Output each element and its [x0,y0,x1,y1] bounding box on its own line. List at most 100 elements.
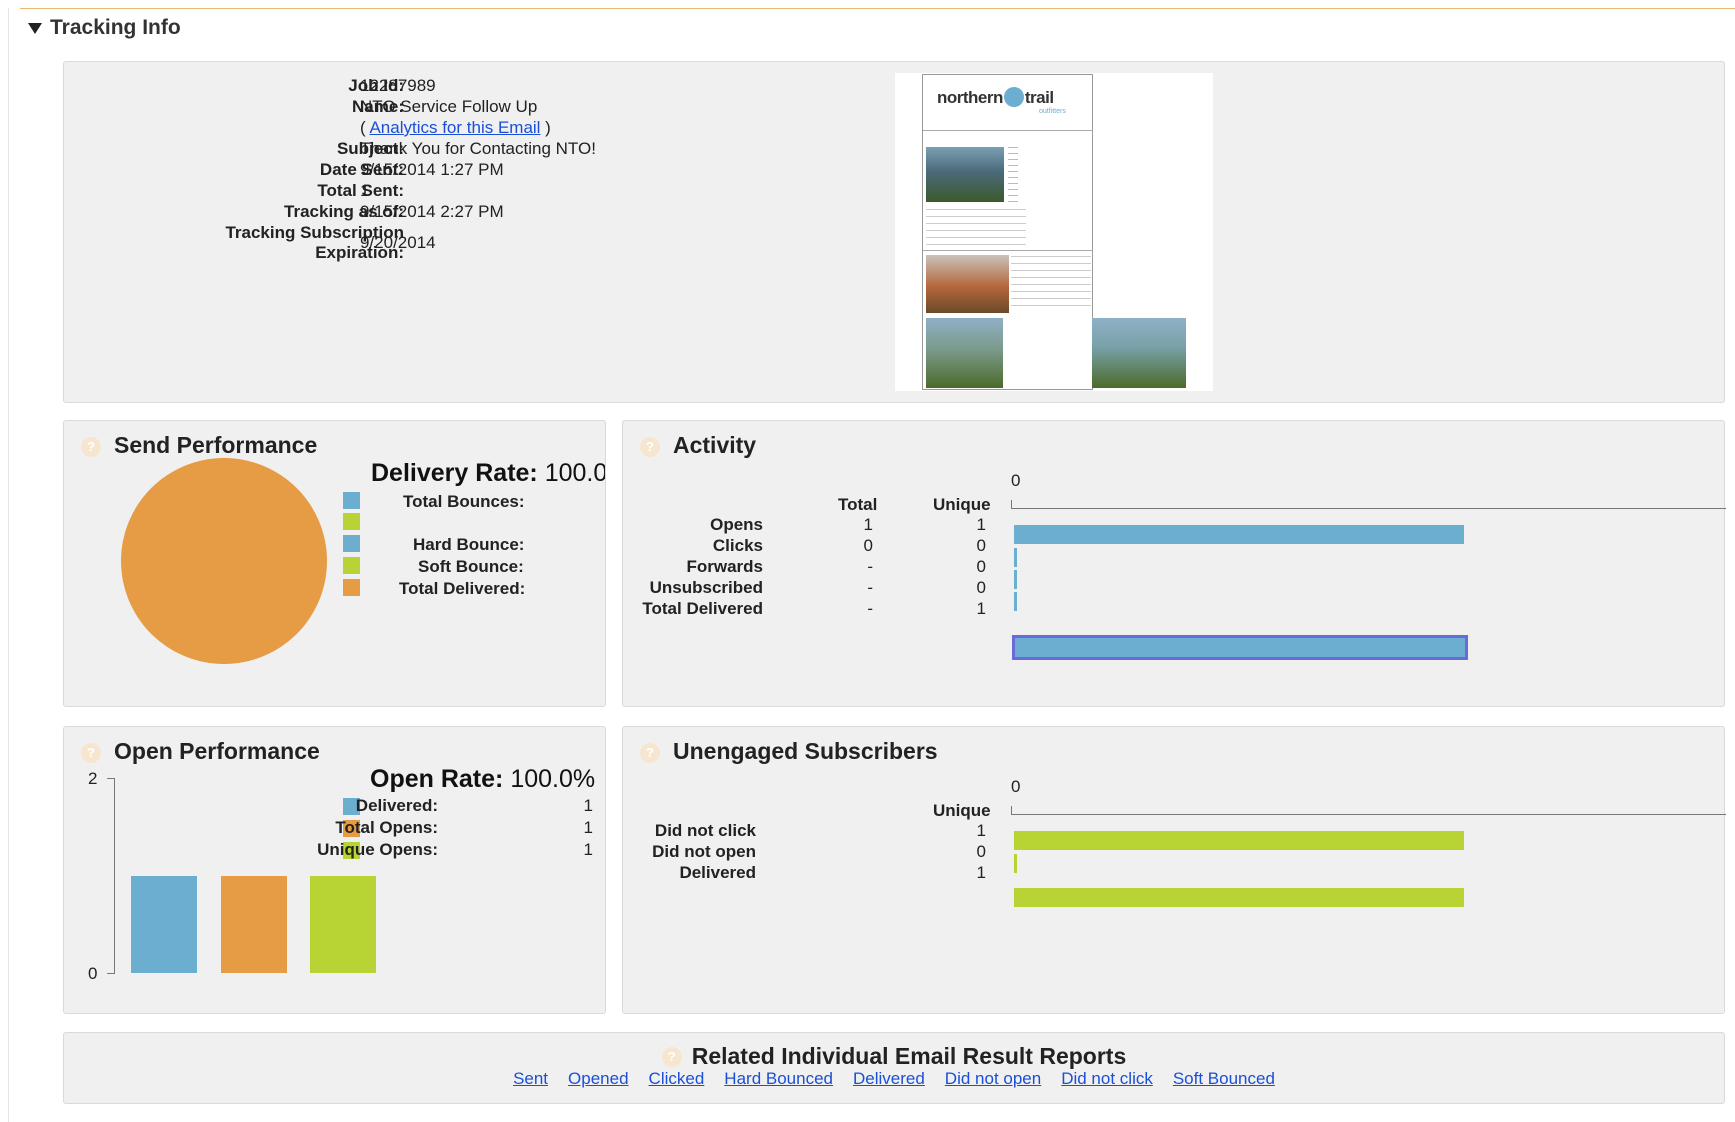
open-performance-panel: ? Open Performance Open Rate: 100.0% Del… [63,726,606,1014]
related-link-opened[interactable]: Opened [568,1069,629,1088]
activity-total-opens: 1 [863,515,873,534]
unengaged-axis [1011,814,1726,815]
legend-swatch [343,535,360,552]
open-bar-total-opens [221,875,287,973]
analytics-line: ( Analytics for this Email ) [360,118,551,138]
related-reports-panel: ? Related Individual Email Result Reports… [63,1032,1725,1104]
preview-brand-right: trail [1024,88,1054,107]
help-icon[interactable]: ? [640,437,660,457]
activity-bar-opens [1014,525,1464,544]
expiration-value: 9/20/2014 [360,233,436,252]
related-link-did-not-open[interactable]: Did not open [945,1069,1041,1088]
email-preview-thumbnail[interactable]: northern trail outfitters [895,73,1213,391]
related-links: Sent Opened Clicked Hard Bounced Delivered Di… [64,1069,1724,1089]
name-value: NTO Service Follow Up [360,97,538,116]
preview-brand-sub: outfitters [1039,108,1066,115]
legend-unique-opens-value: 1 [583,840,593,859]
preview-text-lines-2 [1011,256,1091,311]
activity-unique-unsubscribed: 0 [976,578,986,597]
help-icon[interactable]: ? [640,743,660,763]
legend-total-delivered: Total Delivered: [399,579,526,598]
unengaged-title: Unengaged Subscribers [673,738,938,764]
collapse-triangle-icon[interactable] [28,22,42,34]
activity-axis-tick [1011,500,1012,508]
activity-col-total: Total [838,495,878,514]
legend-total-opens: Total Opens: [335,818,438,837]
open-rate-value: 100.0% [510,765,596,793]
legend-delivered-value: 1 [583,796,593,815]
legend-unique-opens: Unique Opens: [317,840,438,859]
help-icon[interactable]: ? [661,1046,682,1067]
activity-row-opens: Opens [710,515,763,534]
legend-soft-bounce: Soft Bounce: [418,557,524,576]
unengaged-row-delivered: Delivered [679,863,756,882]
open-rate-label: Open Rate: [370,765,504,793]
activity-row-unsubscribed: Unsubscribed [649,578,763,597]
activity-unique-forwards: 0 [976,557,986,576]
y-axis-max-label: 2 [88,769,98,788]
help-icon[interactable]: ? [81,743,101,763]
unengaged-bar-did-not-click [1014,831,1464,850]
unengaged-bar-delivered [1014,888,1464,907]
pie-slice-total-delivered [121,458,327,664]
related-link-delivered[interactable]: Delivered [853,1069,925,1088]
legend-delivered: Delivered: [355,796,438,815]
unengaged-axis-tick [1011,806,1012,814]
unengaged-row-did-not-open: Did not open [652,842,756,861]
unengaged-unique-did-not-click: 1 [976,821,986,840]
activity-title: Activity [673,432,757,458]
related-link-hard-bounced[interactable]: Hard Bounced [724,1069,833,1088]
logo-globe-icon [1003,87,1024,107]
left-divider [8,8,9,1122]
send-pie-chart [121,458,327,664]
activity-total-forwards: - [867,557,873,576]
legend-swatch [343,579,360,596]
y-axis-tick-bottom [107,973,115,974]
activity-unique-clicks: 0 [976,536,986,555]
activity-axis-zero: 0 [1011,471,1021,490]
activity-row-clicks: Clicks [712,536,763,555]
tracking-info-header[interactable]: Tracking Info [28,16,181,40]
preview-divider [923,130,1093,131]
unengaged-bar-did-not-open [1014,854,1017,873]
legend-total-opens-value: 1 [583,818,593,837]
related-link-did-not-click[interactable]: Did not click [1061,1069,1153,1088]
preview-divider-2 [923,250,1093,251]
y-axis [114,778,115,974]
date-sent-value: 9/15/2014 1:27 PM [360,160,504,179]
send-performance-panel: ? Send Performance Delivery Rate: 100.0%… [63,420,606,707]
unengaged-row-did-not-click: Did not click [654,821,756,840]
preview-text-block [1008,147,1018,202]
activity-bar-total-delivered[interactable] [1012,635,1468,660]
related-link-soft-bounced[interactable]: Soft Bounced [1173,1069,1275,1088]
preview-photo-lake [926,147,1004,202]
open-rate: Open Rate: 100.0% [370,765,595,794]
unengaged-unique-did-not-open: 0 [976,842,986,861]
open-bar-unique-opens [310,875,376,973]
analytics-link[interactable]: Analytics for this Email [369,118,540,137]
activity-total-total-delivered: - [867,599,873,618]
activity-total-clicks: 0 [863,536,873,555]
activity-unique-opens: 1 [976,515,986,534]
activity-bar-unsubscribed [1014,592,1017,611]
activity-row-forwards: Forwards [686,557,763,576]
activity-unique-total-delivered: 1 [976,599,986,618]
job-info-panel: Job Id: 12287989 Name: NTO Service Follo… [63,61,1725,403]
activity-axis [1011,508,1726,509]
open-bar-delivered [131,875,197,973]
preview-text-lines [926,209,1026,249]
related-title-row: ? Related Individual Email Result Reports [64,1043,1724,1070]
activity-bar-forwards [1014,570,1017,589]
job-id-value: 12287989 [360,76,436,95]
open-performance-title: Open Performance [114,738,320,764]
unengaged-col-unique: Unique [933,801,991,820]
total-sent-value: 1 [360,181,370,200]
activity-row-total-delivered: Total Delivered [642,599,763,618]
activity-total-unsubscribed: - [867,578,873,597]
related-link-clicked[interactable]: Clicked [649,1069,705,1088]
unengaged-panel: ? Unengaged Subscribers 0 Unique Did not… [622,726,1726,1014]
preview-logo: northern trail [937,87,1054,108]
unengaged-axis-zero: 0 [1011,777,1021,796]
preview-photo-canyon [926,255,1009,313]
related-link-sent[interactable]: Sent [513,1069,548,1088]
